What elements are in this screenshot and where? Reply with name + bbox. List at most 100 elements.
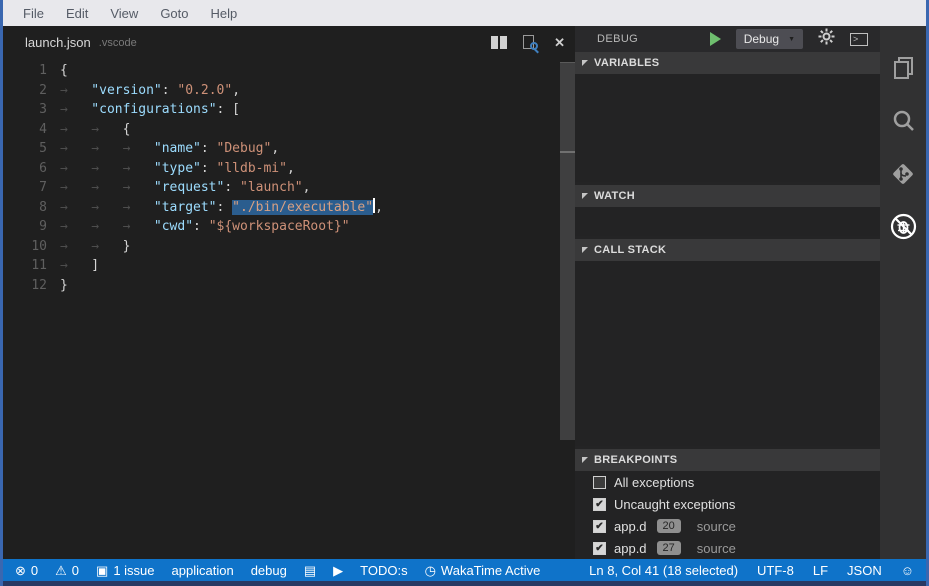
code-line[interactable]: 3→"configurations": [ [3,100,575,120]
status-item-utf-8[interactable]: UTF-8 [757,563,794,578]
code-line[interactable]: 8→→→"target": "./bin/executable", [3,198,575,218]
status-label: debug [251,563,287,578]
status-label: Ln 8, Col 41 (18 selected) [589,563,738,578]
breakpoint-row[interactable]: All exceptions [575,471,880,493]
call-stack-body [575,261,880,446]
status-item-lf[interactable]: LF [813,563,828,578]
breakpoint-row[interactable]: ✔app.d27source [575,537,880,559]
tab-whitespace-icon: → [91,120,122,140]
status-item-ln-8-col-41-18-selected[interactable]: Ln 8, Col 41 (18 selected) [589,563,738,578]
code-text: →→→"cwd": "${workspaceRoot}" [60,217,350,237]
status-item-file[interactable]: ▤ [304,564,316,577]
code-text: } [60,276,68,296]
status-item-0[interactable]: ⊗0 [15,563,38,578]
tab-whitespace-icon: → [91,217,122,237]
code-token: "launch" [240,180,303,195]
menu-item-file[interactable]: File [12,2,55,25]
status-item-wakatime-active[interactable]: ◷WakaTime Active [425,563,541,578]
variables-header[interactable]: VARIABLES [575,52,880,74]
watch-header[interactable]: WATCH [575,185,880,207]
warning-icon: ⚠ [55,564,67,577]
status-item-0[interactable]: ⚠0 [55,563,79,578]
code-line[interactable]: 9 →→→"cwd": "${workspaceRoot}" [3,217,575,237]
menu-item-edit[interactable]: Edit [55,2,99,25]
tab-whitespace-icon: → [60,178,91,198]
tab-whitespace-icon: → [60,100,91,120]
breakpoint-checkbox[interactable]: ✔ [593,520,606,533]
vscode-window: FileEditViewGotoHelp launch.json .vscode… [0,0,929,586]
code-line[interactable]: 7→→→"request": "launch", [3,178,575,198]
code-line[interactable]: 2→"version": "0.2.0", [3,81,575,101]
tab-whitespace-icon: → [60,198,91,218]
status-item-todo-s[interactable]: TODO:s [360,563,407,578]
call-stack-header[interactable]: CALL STACK [575,239,880,261]
code-line[interactable]: 10→→} [3,237,575,257]
code-token: : [201,161,217,176]
line-number[interactable]: 8 [3,198,47,218]
code-token: "Debug" [217,141,272,156]
start-debug-icon[interactable] [710,32,721,46]
breakpoint-row[interactable]: ✔app.d20source [575,515,880,537]
breakpoint-line-badge: 20 [657,519,681,533]
status-label: LF [813,563,828,578]
breakpoint-checkbox[interactable]: ✔ [593,542,606,555]
debug-actions: Debug ▼ [710,28,868,50]
twistie-icon [582,193,588,199]
code-line[interactable]: 11→] [3,256,575,276]
code-token: "type" [154,161,201,176]
tab-whitespace-icon: → [123,159,154,179]
line-number[interactable]: 7 [3,178,47,198]
scrollbar-thumb[interactable] [560,62,575,440]
code-line[interactable]: 1{ [3,61,575,81]
code-token: "lldb-mi" [217,161,287,176]
line-number[interactable]: 3 [3,100,47,120]
code-text: →→→"type": "lldb-mi", [60,159,295,179]
debug-console-icon[interactable]: > [850,33,868,46]
code-editor[interactable]: 1{2→"version": "0.2.0",3→"configurations… [3,59,575,559]
code-text: →→{ [60,120,130,140]
status-item-json[interactable]: JSON [847,563,882,578]
menu-item-view[interactable]: View [99,2,149,25]
menu-item-goto[interactable]: Goto [149,2,199,25]
line-number[interactable]: 9 [3,217,47,237]
status-item-application[interactable]: application [172,563,234,578]
debug-icon[interactable] [890,213,917,240]
configure-gear-icon[interactable] [818,28,835,50]
tab-folder-label: .vscode [99,37,137,49]
line-number[interactable]: 6 [3,159,47,179]
breakpoint-row[interactable]: ✔Uncaught exceptions [575,493,880,515]
search-icon[interactable] [890,107,917,134]
explorer-icon[interactable] [890,54,917,81]
code-line[interactable]: 6 →→→"type": "lldb-mi", [3,159,575,179]
line-number[interactable]: 12 [3,276,47,296]
git-icon[interactable] [890,160,917,187]
status-item-play[interactable]: ▶ [333,564,343,577]
breakpoint-checkbox[interactable]: ✔ [593,498,606,511]
status-item-1-issue[interactable]: ▣1 issue [96,563,155,578]
twistie-icon [582,60,588,66]
debug-config-dropdown[interactable]: Debug ▼ [736,29,803,49]
line-number[interactable]: 10 [3,237,47,257]
menu-item-help[interactable]: Help [200,2,249,25]
code-line[interactable]: 5→→→"name": "Debug", [3,139,575,159]
code-token: ] [91,258,99,273]
search-in-file-icon[interactable] [523,35,538,51]
close-editor-icon[interactable]: ✕ [554,35,565,51]
activity-bar [880,26,926,559]
breakpoint-checkbox[interactable] [593,476,606,489]
line-number[interactable]: 5 [3,139,47,159]
status-item-debug[interactable]: debug [251,563,287,578]
line-number[interactable]: 11 [3,256,47,276]
split-editor-icon[interactable] [491,36,507,49]
breakpoints-header[interactable]: BREAKPOINTS [575,449,880,471]
status-item-smiley[interactable]: ☺ [901,564,914,577]
editor-scrollbar[interactable] [560,60,575,559]
code-token: , [271,141,279,156]
line-number[interactable]: 2 [3,81,47,101]
code-line[interactable]: 12} [3,276,575,296]
tab-launch-json[interactable]: launch.json [25,35,91,50]
line-number[interactable]: 4 [3,120,47,140]
code-line[interactable]: 4 →→{ [3,120,575,140]
line-number[interactable]: 1 [3,61,47,81]
code-token: : [201,141,217,156]
